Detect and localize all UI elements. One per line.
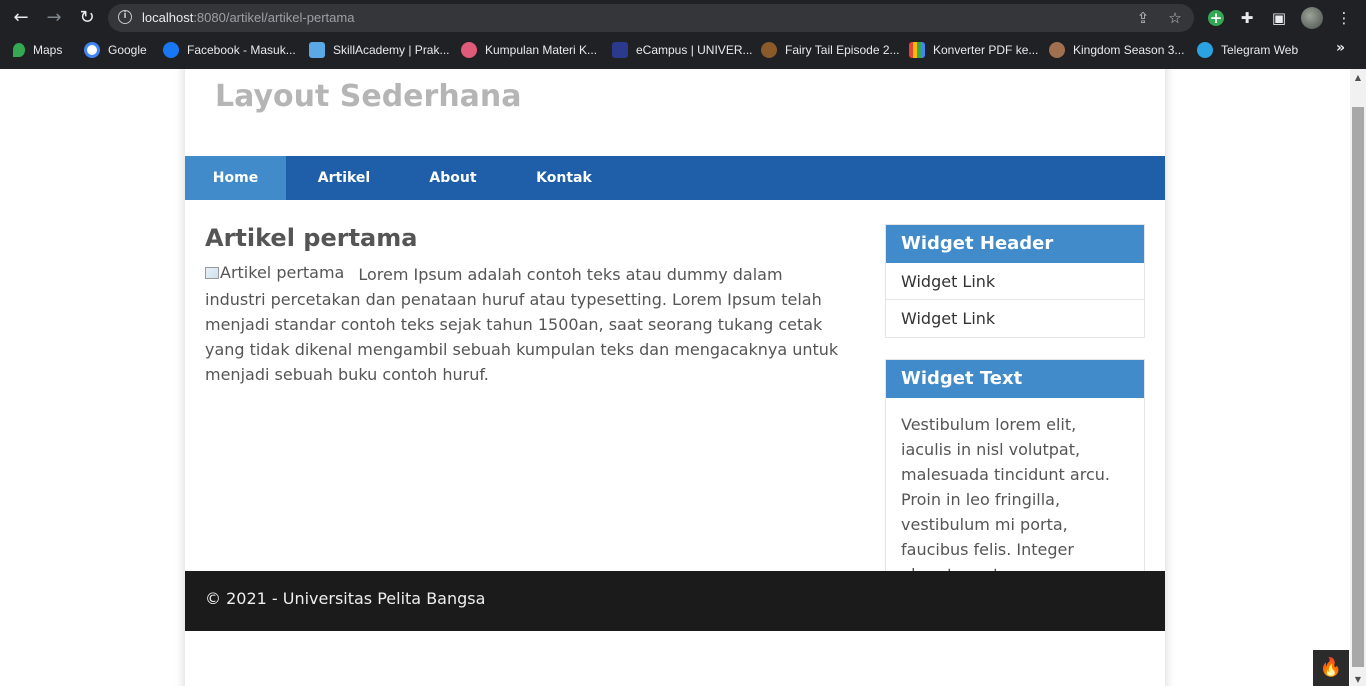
bookmark-item[interactable]: Konverter PDF ke... bbox=[909, 40, 1038, 60]
reload-icon[interactable]: ↻ bbox=[75, 6, 99, 30]
article-image: Artikel pertama bbox=[205, 260, 344, 285]
widget-text-header: Widget Text bbox=[886, 360, 1144, 398]
nav-about[interactable]: About bbox=[402, 156, 504, 200]
main-nav: Home Artikel About Kontak bbox=[185, 156, 1165, 200]
bookmark-item[interactable]: Kingdom Season 3... bbox=[1049, 40, 1184, 60]
site-title: Layout Sederhana bbox=[215, 79, 522, 114]
broken-image-icon bbox=[205, 267, 219, 279]
bookmark-star-icon[interactable]: ☆ bbox=[1166, 9, 1184, 27]
bookmark-item[interactable]: SkillAcademy | Prak... bbox=[309, 40, 449, 60]
bookmark-item[interactable]: Facebook - Masuk... bbox=[163, 40, 296, 60]
browser-toolbar: ← → ↻ i localhost:8080/artikel/artikel-p… bbox=[0, 0, 1366, 36]
bookmark-item[interactable]: Maps bbox=[13, 40, 62, 60]
share-icon[interactable]: ⇪ bbox=[1134, 9, 1152, 27]
site-header: Layout Sederhana bbox=[185, 69, 1165, 156]
page-scrollbar[interactable]: ▲ ▼ bbox=[1350, 69, 1366, 686]
nav-kontak[interactable]: Kontak bbox=[504, 156, 624, 200]
main-content: Artikel pertama Artikel pertama Lorem Ip… bbox=[205, 224, 845, 384]
kingdom-icon bbox=[1049, 42, 1065, 58]
footer-copyright: © 2021 - Universitas Pelita Bangsa bbox=[205, 589, 486, 608]
bookmark-item[interactable]: Kumpulan Materi K... bbox=[461, 40, 597, 60]
side-panel-icon[interactable]: ▣ bbox=[1269, 8, 1289, 28]
pdf-converter-icon bbox=[909, 42, 925, 58]
url-text[interactable]: localhost:8080/artikel/artikel-pertama bbox=[142, 10, 354, 25]
google-icon bbox=[84, 42, 100, 58]
menu-kebab-icon[interactable]: ⋮ bbox=[1334, 8, 1354, 28]
bookmarks-overflow-icon[interactable]: » bbox=[1336, 40, 1345, 56]
browser-chrome: ← → ↻ i localhost:8080/artikel/artikel-p… bbox=[0, 0, 1366, 69]
widget-link[interactable]: Widget Link bbox=[886, 300, 1144, 337]
ecampus-icon bbox=[612, 42, 628, 58]
fire-icon[interactable]: 🔥 bbox=[1313, 650, 1349, 686]
bookmark-item[interactable]: eCampus | UNIVER... bbox=[612, 40, 752, 60]
extensions-puzzle-icon[interactable]: ✚ bbox=[1237, 8, 1257, 28]
address-bar[interactable]: i localhost:8080/artikel/artikel-pertama… bbox=[108, 4, 1194, 32]
site-footer: © 2021 - Universitas Pelita Bangsa bbox=[185, 571, 1165, 631]
scroll-up-icon[interactable]: ▲ bbox=[1354, 73, 1362, 82]
skillacademy-icon bbox=[309, 42, 325, 58]
scroll-thumb[interactable] bbox=[1352, 107, 1364, 667]
back-icon[interactable]: ← bbox=[9, 6, 33, 30]
telegram-icon bbox=[1197, 42, 1213, 58]
article-body: Artikel pertama Lorem Ipsum adalah conto… bbox=[205, 262, 845, 387]
materi-icon bbox=[461, 42, 477, 58]
article-title: Artikel pertama bbox=[205, 224, 418, 252]
bookmark-item[interactable]: Google bbox=[84, 40, 147, 60]
forward-icon[interactable]: → bbox=[42, 6, 66, 30]
bookmark-item[interactable]: Telegram Web bbox=[1197, 40, 1298, 60]
bookmarks-bar: Maps Google Facebook - Masuk... SkillAca… bbox=[0, 37, 1366, 63]
widget-header: Widget Header bbox=[886, 225, 1144, 263]
bookmark-item[interactable]: Fairy Tail Episode 2... bbox=[761, 40, 900, 60]
extension-add-icon[interactable]: + bbox=[1208, 10, 1224, 26]
profile-avatar[interactable] bbox=[1301, 7, 1323, 29]
nav-home[interactable]: Home bbox=[185, 156, 286, 200]
widget-links: Widget Header Widget Link Widget Link bbox=[885, 224, 1145, 338]
scroll-down-icon[interactable]: ▼ bbox=[1354, 675, 1362, 684]
facebook-icon bbox=[163, 42, 179, 58]
widget-link[interactable]: Widget Link bbox=[886, 263, 1144, 300]
site-info-icon[interactable]: i bbox=[118, 10, 132, 24]
maps-icon bbox=[13, 43, 25, 57]
nav-artikel[interactable]: Artikel bbox=[286, 156, 402, 200]
fairy-tail-icon bbox=[761, 42, 777, 58]
